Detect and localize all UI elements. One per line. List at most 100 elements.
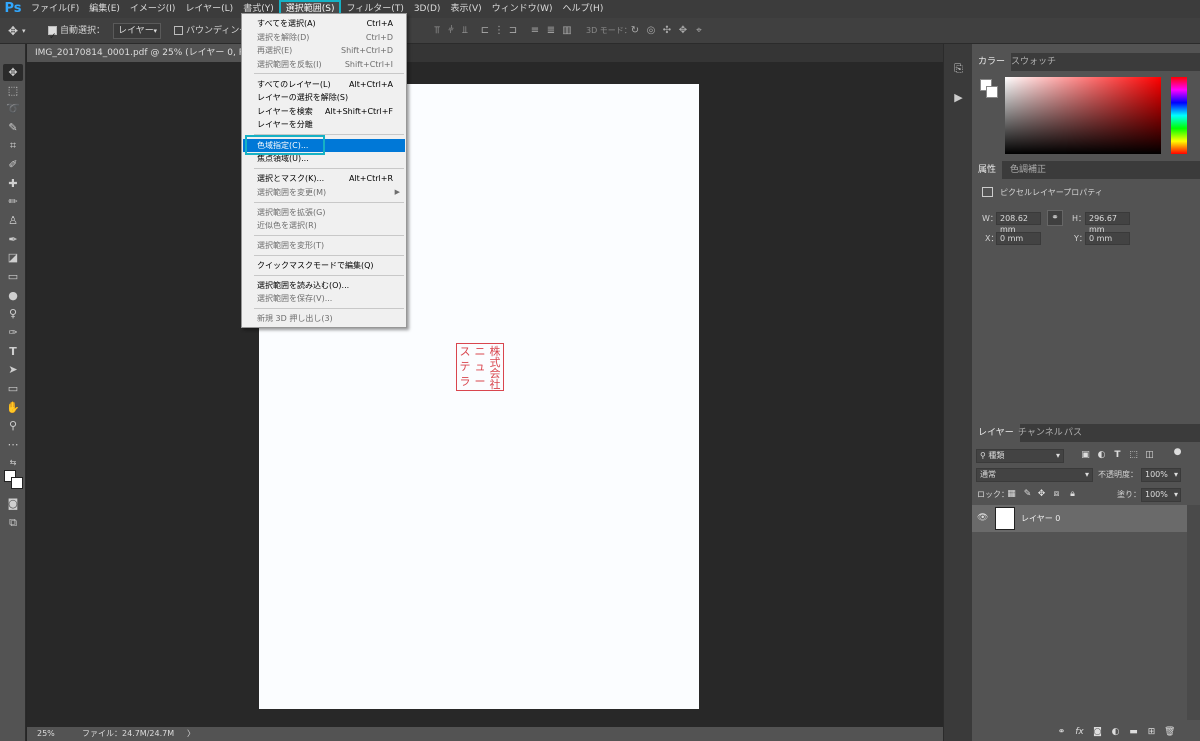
- zoom-level[interactable]: 25%: [37, 727, 55, 741]
- eyedropper-tool-icon[interactable]: ✐: [3, 156, 23, 173]
- move-tool-icon[interactable]: ✥: [3, 64, 23, 81]
- crop-tool-icon[interactable]: ⌗: [3, 137, 23, 154]
- menu-item-3d-extrusion[interactable]: 新規 3D 押し出し(3): [243, 312, 405, 325]
- lock-transparent-icon[interactable]: ▦: [1006, 489, 1017, 500]
- status-menu-arrow-icon[interactable]: 〉: [187, 727, 195, 741]
- eye-visibility-icon[interactable]: 👁︎: [977, 513, 988, 524]
- align-bottom-icon[interactable]: ⫫: [460, 26, 470, 36]
- hue-slider[interactable]: [1171, 77, 1187, 154]
- lasso-tool-icon[interactable]: ➰: [3, 100, 23, 117]
- menu-item-transform-selection[interactable]: 選択範囲を変形(T): [243, 239, 405, 252]
- zoom-tool-icon[interactable]: ⚲: [3, 417, 23, 434]
- auto-select-checkbox[interactable]: 自動選択：: [48, 18, 105, 50]
- dodge-tool-icon[interactable]: ♀: [3, 305, 23, 322]
- menu-item-deselect-layers[interactable]: レイヤーの選択を解除(S): [243, 91, 405, 104]
- filter-toggle-icon[interactable]: ●: [1172, 447, 1183, 458]
- auto-select-target-select[interactable]: レイヤー ▾: [113, 23, 161, 39]
- tab-swatches[interactable]: スウォッチ: [1005, 53, 1062, 71]
- menu-item-isolate-layers[interactable]: レイヤーを分離: [243, 118, 405, 131]
- menu-item-quick-mask[interactable]: クイックマスクモードで編集(Q): [243, 259, 405, 272]
- lock-all-icon[interactable]: 🔒︎: [1067, 489, 1078, 500]
- menu-view[interactable]: 表示(V): [445, 0, 486, 18]
- layer-thumbnail[interactable]: [995, 507, 1015, 530]
- link-layers-icon[interactable]: ⚭: [1056, 727, 1067, 738]
- opacity-field[interactable]: 100% ▾: [1141, 468, 1181, 482]
- menu-item-load-selection[interactable]: 選択範囲を読み込む(O)...: [243, 279, 405, 292]
- marquee-tool-icon[interactable]: ⬚: [3, 82, 23, 99]
- layer-style-icon[interactable]: fx: [1074, 727, 1085, 738]
- background-color-swatch[interactable]: [11, 477, 23, 489]
- healing-brush-tool-icon[interactable]: ✚: [3, 175, 23, 192]
- more-tools-icon[interactable]: ⋯: [3, 436, 23, 453]
- blend-mode-select[interactable]: 通常 ▾: [976, 468, 1093, 482]
- tab-adjustments[interactable]: 色調補正: [1004, 161, 1052, 179]
- tool-preset-chevron-icon[interactable]: ▾: [22, 18, 26, 44]
- menu-item-select-and-mask[interactable]: 選択とマスク(K)... Alt+Ctrl+R: [243, 172, 405, 185]
- lock-artboard-icon[interactable]: ⧈: [1051, 489, 1062, 500]
- pan-3d-icon[interactable]: ✣: [662, 26, 672, 36]
- gradient-tool-icon[interactable]: ▭: [3, 268, 23, 285]
- menu-item-grow[interactable]: 選択範囲を拡張(G): [243, 206, 405, 219]
- distribute-icon[interactable]: ≡: [530, 26, 540, 36]
- tab-paths[interactable]: パス: [1058, 424, 1088, 442]
- clone-stamp-tool-icon[interactable]: ♙: [3, 212, 23, 229]
- adjustment-layer-icon[interactable]: ◐: [1110, 727, 1121, 738]
- align-top-icon[interactable]: ⫪: [432, 26, 442, 36]
- align-vcenter-icon[interactable]: ⫩: [446, 26, 456, 36]
- menu-item-all-layers[interactable]: すべてのレイヤー(L) Alt+Ctrl+A: [243, 78, 405, 91]
- filter-smart-object-icon[interactable]: ◫: [1144, 450, 1155, 461]
- align-right-icon[interactable]: ⊐: [508, 26, 518, 36]
- trash-icon[interactable]: 🗑︎: [1164, 727, 1175, 738]
- menu-item-similar[interactable]: 近似色を選択(R): [243, 219, 405, 232]
- add-mask-icon[interactable]: ◙: [1092, 727, 1103, 738]
- menu-edit[interactable]: 編集(E): [84, 0, 125, 18]
- align-left-icon[interactable]: ⊏: [480, 26, 490, 36]
- pen-tool-icon[interactable]: ✑: [3, 324, 23, 341]
- layer-name[interactable]: レイヤー 0: [1021, 512, 1060, 525]
- scale-3d-icon[interactable]: ⌖: [694, 26, 704, 36]
- menu-item-deselect[interactable]: 選択を解除(D) Ctrl+D: [243, 31, 405, 44]
- new-group-icon[interactable]: ▬: [1128, 727, 1139, 738]
- quick-mask-icon[interactable]: ◙: [3, 495, 23, 512]
- link-icon[interactable]: ⚭: [1047, 210, 1063, 226]
- layer-kind-filter[interactable]: ⚲ 種類 ▾: [976, 449, 1064, 463]
- menu-item-find-layers[interactable]: レイヤーを検索 Alt+Shift+Ctrl+F: [243, 105, 405, 118]
- layers-scrollbar[interactable]: [1187, 505, 1200, 720]
- fill-field[interactable]: 100% ▾: [1141, 488, 1181, 502]
- type-tool-icon[interactable]: T: [3, 343, 23, 360]
- menu-help[interactable]: ヘルプ(H): [558, 0, 609, 18]
- height-field[interactable]: 296.67 mm: [1085, 212, 1130, 234]
- actions-panel-icon[interactable]: ▶: [950, 89, 967, 106]
- distribute-center-icon[interactable]: ≣: [546, 26, 556, 36]
- color-field[interactable]: [1005, 77, 1161, 154]
- history-panel-icon[interactable]: ⎘: [950, 60, 967, 77]
- menu-3d[interactable]: 3D(D): [409, 0, 446, 18]
- lock-image-icon[interactable]: ✎: [1022, 489, 1033, 500]
- rectangle-tool-icon[interactable]: ▭: [3, 380, 23, 397]
- blur-tool-icon[interactable]: ●: [3, 287, 23, 304]
- menu-file[interactable]: ファイル(F): [26, 0, 84, 18]
- roll-3d-icon[interactable]: ◎: [646, 26, 656, 36]
- move-tool-icon[interactable]: ✥: [8, 18, 18, 44]
- path-selection-tool-icon[interactable]: ➤: [3, 361, 23, 378]
- eraser-tool-icon[interactable]: ◪: [3, 249, 23, 266]
- swap-colors-icon[interactable]: ⇆: [3, 454, 23, 471]
- document-tab[interactable]: IMG_20170814_0001.pdf @ 25% (レイヤー 0, RGB…: [27, 44, 257, 62]
- x-field[interactable]: 0 mm: [996, 232, 1041, 245]
- quick-select-tool-icon[interactable]: ✎: [3, 119, 23, 136]
- menu-item-reselect[interactable]: 再選択(E) Shift+Ctrl+D: [243, 44, 405, 57]
- history-brush-tool-icon[interactable]: ✒: [3, 231, 23, 248]
- menu-item-save-selection[interactable]: 選択範囲を保存(V)...: [243, 292, 405, 305]
- filter-adjustment-icon[interactable]: ◐: [1096, 450, 1107, 461]
- menu-layer[interactable]: レイヤー(L): [180, 0, 238, 18]
- menu-item-modify[interactable]: 選択範囲を変更(M) ▶: [243, 186, 405, 199]
- tab-properties[interactable]: 属性: [972, 161, 1003, 179]
- background-swatch[interactable]: [986, 86, 998, 98]
- menu-window[interactable]: ウィンドウ(W): [487, 0, 558, 18]
- slide-3d-icon[interactable]: ✥: [678, 26, 688, 36]
- menu-image[interactable]: イメージ(I): [125, 0, 181, 18]
- menu-item-select-all[interactable]: すべてを選択(A) Ctrl+A: [243, 17, 405, 30]
- filter-shape-icon[interactable]: ⬚: [1128, 450, 1139, 461]
- align-hcenter-icon[interactable]: ⋮: [494, 26, 504, 36]
- filter-pixel-icon[interactable]: ▣: [1080, 450, 1091, 461]
